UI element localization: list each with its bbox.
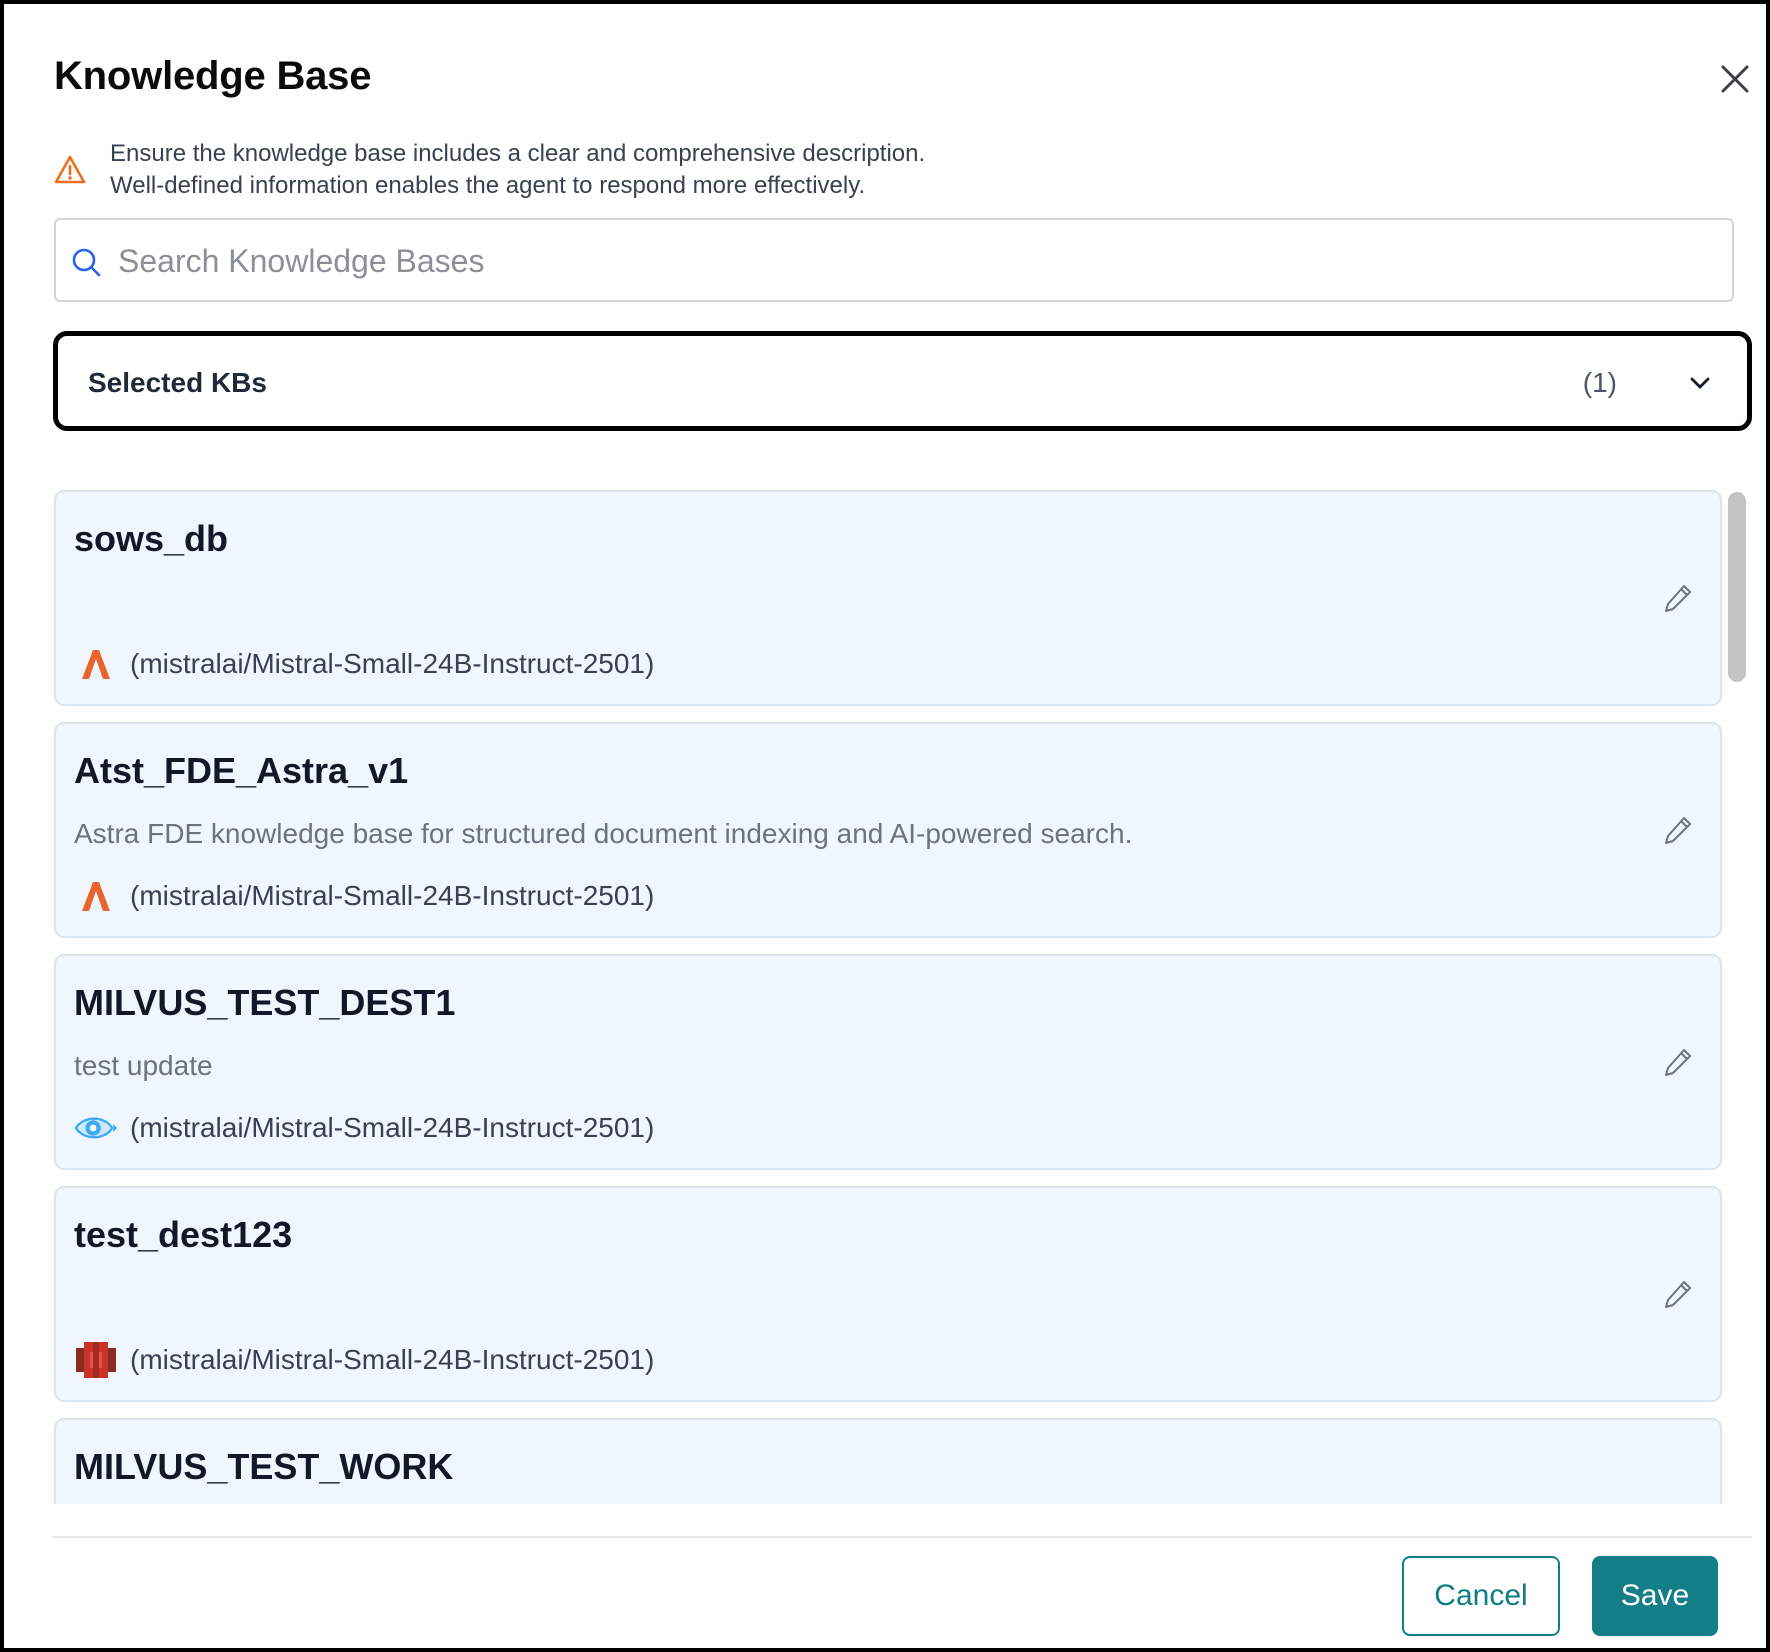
kb-name: MILVUS_TEST_WORK: [74, 1446, 454, 1487]
kb-name: test_dest123: [74, 1214, 293, 1255]
aws-s3-icon: [74, 1340, 118, 1380]
selected-kbs-count: (1): [1582, 367, 1617, 398]
kb-model-row: (mistralai/Mistral-Small-24B-Instruct-25…: [74, 644, 654, 684]
warning-text: Ensure the knowledge base includes a cle…: [110, 138, 925, 202]
pencil-icon: [1665, 817, 1691, 844]
list-scrollbar[interactable]: [1726, 490, 1748, 1504]
kb-description: Astra FDE knowledge base for structured …: [74, 818, 1133, 849]
pencil-icon: [1665, 1049, 1691, 1076]
kb-model: (mistralai/Mistral-Small-24B-Instruct-25…: [130, 1112, 655, 1143]
dialog-title: Knowledge Base: [54, 54, 372, 98]
knowledge-base-dialog: Knowledge Base Ensure the knowledge base…: [0, 0, 1770, 1652]
milvus-icon: [74, 1108, 118, 1148]
kb-model-row: (mistralai/Mistral-Small-24B-Instruct-25…: [74, 876, 654, 916]
search-icon: [72, 248, 101, 277]
selected-kbs-label: Selected KBs: [88, 367, 267, 398]
knowledge-base-list: sows_db (mistralai/Mistral-Small-24B-Ins…: [54, 490, 1764, 1504]
kb-card[interactable]: MILVUS_TEST_WORK: [54, 1418, 1722, 1504]
chevron-down-icon: [1690, 377, 1710, 389]
edit-kb-button[interactable]: [1658, 1042, 1698, 1082]
kb-name: Atst_FDE_Astra_v1: [74, 750, 409, 791]
pencil-icon: [1665, 585, 1691, 612]
kb-model: (mistralai/Mistral-Small-24B-Instruct-25…: [130, 648, 655, 679]
cancel-button[interactable]: Cancel: [1402, 1556, 1560, 1636]
kb-name: MILVUS_TEST_DEST1: [74, 982, 456, 1023]
edit-kb-button[interactable]: [1658, 810, 1698, 850]
kb-card[interactable]: MILVUS_TEST_DEST1 test update (mistralai…: [54, 954, 1722, 1170]
kb-name: sows_db: [74, 518, 229, 559]
astra-icon: [74, 644, 118, 684]
kb-description: test update: [74, 1050, 213, 1081]
selected-kbs-dropdown[interactable]: Selected KBs (1): [53, 331, 1752, 431]
warning-line-2: Well-defined information enables the age…: [110, 172, 866, 199]
kb-model-row: (mistralai/Mistral-Small-24B-Instruct-25…: [74, 1108, 654, 1148]
kb-model: (mistralai/Mistral-Small-24B-Instruct-25…: [130, 880, 655, 911]
close-button[interactable]: [1712, 56, 1758, 102]
save-button[interactable]: Save: [1592, 1556, 1718, 1636]
edit-kb-button[interactable]: [1658, 578, 1698, 618]
footer-divider: [52, 1536, 1752, 1538]
kb-model: (mistralai/Mistral-Small-24B-Instruct-25…: [130, 1344, 655, 1375]
warning-triangle-icon: [54, 155, 86, 184]
search-input[interactable]: [116, 220, 1710, 302]
kb-model-row: (mistralai/Mistral-Small-24B-Instruct-25…: [74, 1340, 654, 1380]
scrollbar-thumb[interactable]: [1728, 492, 1746, 682]
pencil-icon: [1665, 1281, 1691, 1308]
kb-card[interactable]: Atst_FDE_Astra_v1 Astra FDE knowledge ba…: [54, 722, 1722, 938]
astra-icon: [74, 876, 118, 916]
warning-line-1: Ensure the knowledge base includes a cle…: [110, 140, 926, 167]
kb-card[interactable]: test_dest123 (mistralai/Mistral-Small-24…: [54, 1186, 1722, 1402]
close-icon: [1721, 65, 1749, 93]
search-box: [54, 218, 1734, 302]
kb-card[interactable]: sows_db (mistralai/Mistral-Small-24B-Ins…: [54, 490, 1722, 706]
edit-kb-button[interactable]: [1658, 1274, 1698, 1314]
